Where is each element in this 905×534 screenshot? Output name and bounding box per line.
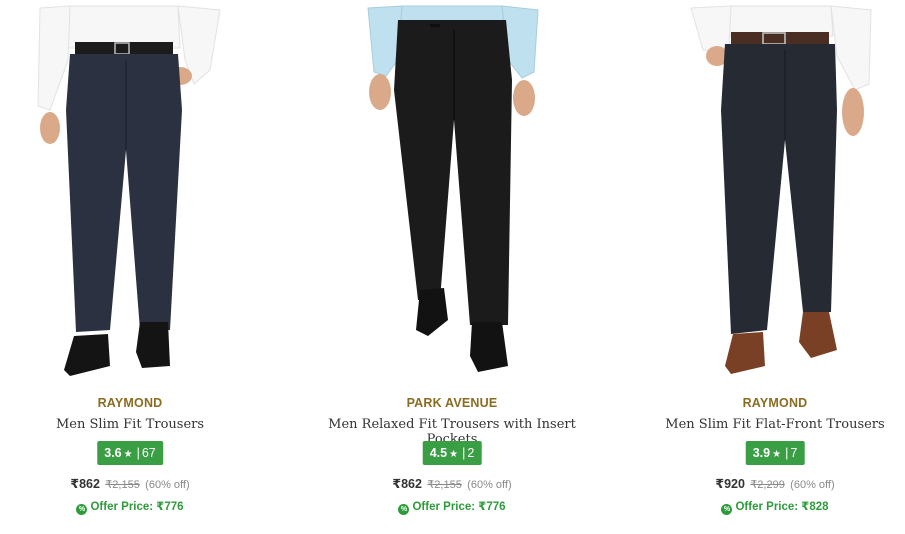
rating-separator: | bbox=[136, 446, 140, 460]
offer-price: Offer Price: ₹776 bbox=[412, 501, 506, 513]
selling-price: ₹862 bbox=[392, 477, 422, 491]
product-image[interactable] bbox=[0, 0, 280, 385]
product-title[interactable]: Men Slim Fit Flat-Front Trousers bbox=[625, 417, 905, 432]
price-row: ₹920 ₹2,299 (60% off) bbox=[625, 476, 905, 491]
rating-value: 4.5 bbox=[429, 446, 448, 460]
trouser-photo bbox=[367, 5, 539, 372]
rating-badge: 3.6 ★ | 67 bbox=[97, 441, 163, 465]
product-brand: PARK AVENUE bbox=[406, 396, 498, 410]
discount-percent: (60% off) bbox=[790, 479, 835, 491]
product-image[interactable] bbox=[625, 0, 905, 385]
offer-price-row: % Offer Price: ₹776 bbox=[302, 499, 602, 515]
selling-price: ₹920 bbox=[715, 477, 745, 491]
rating-count: 7 bbox=[790, 446, 798, 460]
discount-percent: (60% off) bbox=[467, 479, 512, 491]
star-icon: ★ bbox=[123, 449, 133, 460]
mrp-price: ₹2,155 bbox=[427, 479, 462, 491]
star-icon: ★ bbox=[449, 449, 459, 460]
offer-tag-icon: % bbox=[76, 504, 88, 515]
rating-value: 3.6 bbox=[104, 446, 122, 460]
product-card[interactable]: PARK AVENUE Men Relaxed Fit Trousers wit… bbox=[302, 0, 602, 534]
rating-count: 2 bbox=[467, 446, 475, 460]
selling-price: ₹862 bbox=[70, 477, 100, 491]
offer-price-row: % Offer Price: ₹776 bbox=[0, 499, 280, 515]
product-title[interactable]: Men Slim Fit Trousers bbox=[0, 417, 280, 432]
product-brand: RAYMOND bbox=[97, 396, 163, 410]
offer-price: Offer Price: ₹776 bbox=[90, 501, 184, 513]
product-card[interactable]: RAYMOND Men Slim Fit Trousers 3.6 ★ | 67 ₹8… bbox=[0, 0, 280, 534]
discount-percent: (60% off) bbox=[145, 479, 190, 491]
product-brand: RAYMOND bbox=[742, 396, 808, 410]
star-icon: ★ bbox=[772, 449, 782, 460]
rating-count: 67 bbox=[141, 446, 156, 460]
product-grid: RAYMOND Men Slim Fit Trousers 3.6 ★ | 67 ₹8… bbox=[0, 0, 905, 534]
trouser-photo bbox=[37, 5, 221, 376]
mrp-price: ₹2,299 bbox=[750, 479, 785, 491]
price-row: ₹862 ₹2,155 (60% off) bbox=[0, 476, 280, 491]
product-image[interactable] bbox=[302, 0, 602, 385]
rating-separator: | bbox=[785, 446, 789, 460]
rating-badge: 3.9 ★ | 7 bbox=[745, 441, 805, 465]
offer-tag-icon: % bbox=[398, 504, 410, 515]
trouser-photo bbox=[690, 5, 872, 374]
offer-price: Offer Price: ₹828 bbox=[735, 501, 829, 513]
price-row: ₹862 ₹2,155 (60% off) bbox=[302, 476, 602, 491]
rating-separator: | bbox=[462, 446, 466, 460]
rating-value: 3.9 bbox=[752, 446, 771, 460]
product-card[interactable]: RAYMOND Men Slim Fit Flat-Front Trousers… bbox=[625, 0, 905, 534]
rating-badge: 4.5 ★ | 2 bbox=[422, 441, 482, 465]
offer-price-row: % Offer Price: ₹828 bbox=[625, 499, 905, 515]
mrp-price: ₹2,155 bbox=[105, 479, 140, 491]
offer-tag-icon: % bbox=[721, 504, 733, 515]
